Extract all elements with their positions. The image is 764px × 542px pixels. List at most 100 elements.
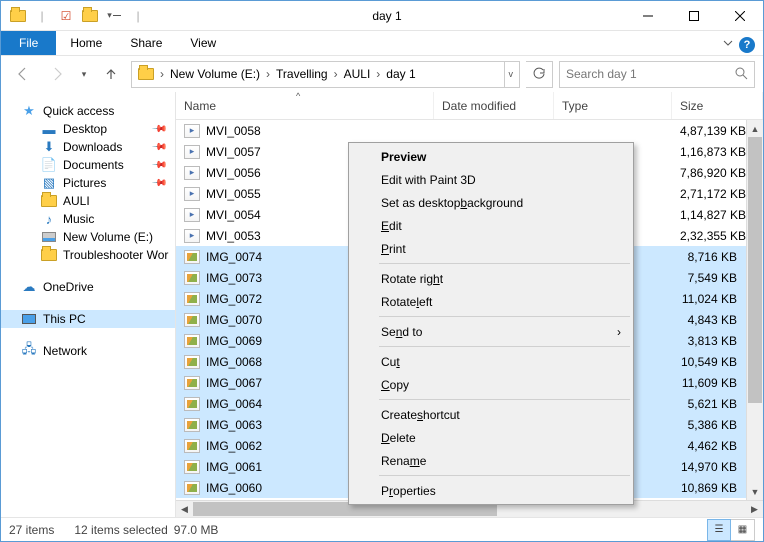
tab-share[interactable]: Share xyxy=(116,31,176,55)
nav-forward-button[interactable] xyxy=(43,61,71,88)
file-name: MVI_0058 xyxy=(206,124,261,138)
breadcrumb-segment[interactable]: New Volume (E:) xyxy=(166,63,264,86)
column-type[interactable]: Type xyxy=(554,92,672,119)
scroll-down-icon[interactable]: ▼ xyxy=(747,483,763,500)
menu-separator xyxy=(379,263,630,264)
nav-music[interactable]: ♪Music xyxy=(1,210,175,228)
refresh-button[interactable] xyxy=(526,61,553,88)
nav-network[interactable]: 🖧Network xyxy=(1,342,175,360)
nav-new-volume[interactable]: New Volume (E:) xyxy=(1,228,175,246)
chevron-right-icon[interactable]: › xyxy=(374,67,382,81)
star-icon: ★ xyxy=(21,103,37,119)
status-selection-size: 97.0 MB xyxy=(174,523,219,537)
nav-pictures[interactable]: ▧Pictures📌 xyxy=(1,174,175,192)
video-icon xyxy=(184,187,200,201)
nav-back-button[interactable] xyxy=(9,61,37,88)
column-date[interactable]: Date modified xyxy=(434,92,554,119)
close-button[interactable] xyxy=(717,1,763,31)
menu-preview[interactable]: Preview xyxy=(351,145,631,168)
nav-up-button[interactable] xyxy=(97,61,125,88)
file-name: IMG_0068 xyxy=(206,355,262,369)
menu-edit-paint3d[interactable]: Edit with Paint 3D xyxy=(351,168,631,191)
documents-icon: 📄 xyxy=(41,157,57,173)
chevron-right-icon[interactable]: › xyxy=(158,67,166,81)
chevron-right-icon[interactable]: › xyxy=(264,67,272,81)
address-dropdown-icon[interactable]: v xyxy=(504,62,518,87)
column-size[interactable]: Size xyxy=(672,92,763,119)
chevron-right-icon[interactable]: › xyxy=(332,67,340,81)
scroll-up-icon[interactable]: ▲ xyxy=(747,120,763,137)
qat-dropdown-icon[interactable]: ▾ xyxy=(103,5,125,27)
search-input[interactable]: Search day 1 xyxy=(559,61,755,88)
file-name: MVI_0056 xyxy=(206,166,261,180)
qat-separator: | xyxy=(31,5,53,27)
status-selection-count: 12 items selected xyxy=(74,523,167,537)
file-name: IMG_0062 xyxy=(206,439,262,453)
help-icon[interactable]: ? xyxy=(739,37,755,53)
menu-edit[interactable]: Edit xyxy=(351,214,631,237)
tab-file[interactable]: File xyxy=(1,31,56,55)
vertical-scrollbar[interactable]: ▲ ▼ xyxy=(746,120,763,500)
music-icon: ♪ xyxy=(41,211,57,227)
scroll-left-icon[interactable]: ◀ xyxy=(176,504,193,515)
video-icon xyxy=(184,124,200,138)
image-icon xyxy=(184,355,200,369)
nav-downloads[interactable]: ⬇Downloads📌 xyxy=(1,138,175,156)
search-icon[interactable] xyxy=(734,66,748,83)
folder-icon xyxy=(41,247,57,263)
drive-icon xyxy=(41,229,57,245)
nav-onedrive[interactable]: ☁OneDrive xyxy=(1,278,175,296)
menu-set-background[interactable]: Set as desktop background xyxy=(351,191,631,214)
ribbon: File Home Share View ? xyxy=(1,31,763,56)
menu-properties[interactable]: Properties xyxy=(351,479,631,502)
ribbon-expand-icon[interactable] xyxy=(717,31,739,55)
menu-cut[interactable]: Cut xyxy=(351,350,631,373)
scroll-thumb[interactable] xyxy=(748,137,762,403)
qat-newfolder-icon[interactable] xyxy=(79,5,101,27)
file-name: IMG_0063 xyxy=(206,418,262,432)
desktop-icon: ▬ xyxy=(41,121,57,137)
menu-rename[interactable]: Rename xyxy=(351,449,631,472)
nav-auli[interactable]: AULI xyxy=(1,192,175,210)
address-bar[interactable]: › New Volume (E:) › Travelling › AULI › … xyxy=(131,61,520,88)
nav-quick-access[interactable]: ★Quick access xyxy=(1,102,175,120)
file-row[interactable]: MVI_00584,87,139 KB xyxy=(176,120,763,141)
file-name: IMG_0064 xyxy=(206,397,262,411)
sort-ascending-icon: ^ xyxy=(296,91,300,101)
view-thumbnails-button[interactable]: ▦ xyxy=(731,519,755,541)
menu-copy[interactable]: Copy xyxy=(351,373,631,396)
tab-home[interactable]: Home xyxy=(56,31,116,55)
scroll-right-icon[interactable]: ▶ xyxy=(746,504,763,515)
menu-print[interactable]: Print xyxy=(351,237,631,260)
nav-this-pc[interactable]: This PC xyxy=(1,310,175,328)
nav-documents[interactable]: 📄Documents📌 xyxy=(1,156,175,174)
file-name: IMG_0069 xyxy=(206,334,262,348)
qat-properties-icon[interactable]: ☑ xyxy=(55,5,77,27)
image-icon xyxy=(184,418,200,432)
column-name[interactable]: Name xyxy=(176,92,434,119)
view-details-button[interactable]: ☰ xyxy=(707,519,731,541)
nav-troubleshooter[interactable]: Troubleshooter Wor xyxy=(1,246,175,264)
menu-separator xyxy=(379,475,630,476)
menu-send-to[interactable]: Send to› xyxy=(351,320,631,343)
nav-desktop[interactable]: ▬Desktop📌 xyxy=(1,120,175,138)
file-name: IMG_0060 xyxy=(206,481,262,495)
image-icon xyxy=(184,334,200,348)
menu-separator xyxy=(379,399,630,400)
menu-separator xyxy=(379,316,630,317)
tab-view[interactable]: View xyxy=(176,31,230,55)
breadcrumb-segment[interactable]: Travelling xyxy=(272,63,332,86)
this-pc-icon xyxy=(21,311,37,327)
minimize-button[interactable] xyxy=(625,1,671,31)
folder-icon xyxy=(7,5,29,27)
breadcrumb-segment[interactable]: AULI xyxy=(340,63,375,86)
qat-separator: | xyxy=(127,5,149,27)
nav-recent-dropdown[interactable]: ▾ xyxy=(77,61,91,88)
menu-rotate-right[interactable]: Rotate right xyxy=(351,267,631,290)
menu-create-shortcut[interactable]: Create shortcut xyxy=(351,403,631,426)
maximize-button[interactable] xyxy=(671,1,717,31)
menu-rotate-left[interactable]: Rotate left xyxy=(351,290,631,313)
menu-delete[interactable]: Delete xyxy=(351,426,631,449)
column-headers: ^ Name Date modified Type Size xyxy=(176,92,763,120)
breadcrumb-segment[interactable]: day 1 xyxy=(382,63,419,86)
